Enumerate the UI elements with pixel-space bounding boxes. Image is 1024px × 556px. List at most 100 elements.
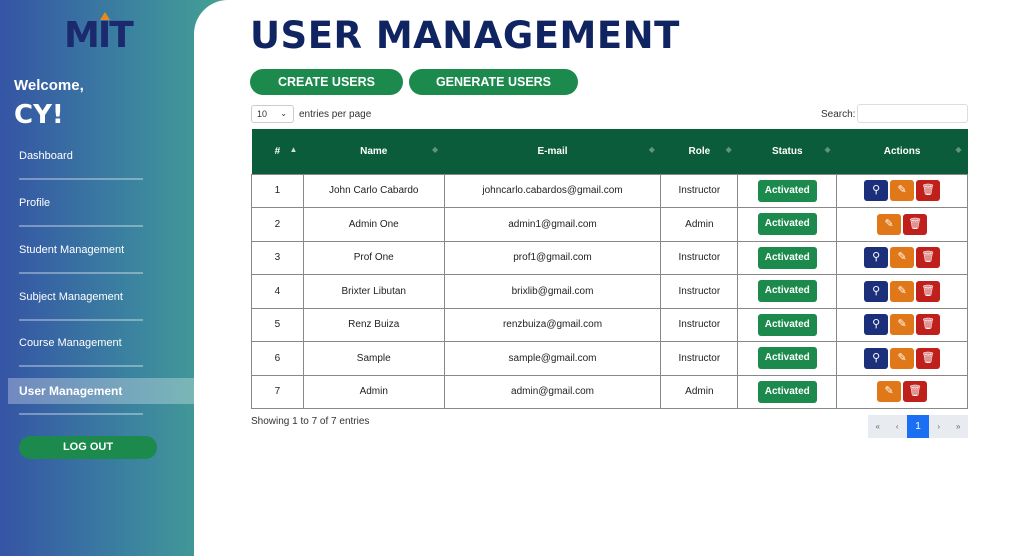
page-title: USER MANAGEMENT <box>250 14 680 57</box>
status-badge: Activated <box>757 313 817 336</box>
edit-button[interactable]: ✎ <box>890 280 915 302</box>
logout-button[interactable]: LOG OUT <box>19 436 157 459</box>
edit-button[interactable]: ✎ <box>877 381 902 403</box>
showing-entries-text: Showing 1 to 7 of 7 entries <box>251 416 370 427</box>
entries-per-page-select[interactable]: 10 ⌄ <box>251 105 294 123</box>
divider <box>19 272 143 274</box>
users-table: # ▲ Name ◆ E-mail ◆ Role ◆ Status ◆ Actions ◆ … <box>251 129 968 409</box>
sidebar-item-profile[interactable]: Profile <box>8 190 194 216</box>
sidebar-item-subject-management[interactable]: Subject Management <box>8 284 194 310</box>
cell-status: Activated <box>737 274 838 309</box>
cell-actions: ⚲ ✎ 🗑 <box>836 307 968 342</box>
cell-name: Admin One <box>302 207 445 242</box>
table-row: 3 Prof One prof1@gmail.com Instructor Ac… <box>251 240 968 275</box>
cell-actions: ⚲ ✎ 🗑 <box>836 274 968 309</box>
first-page-button[interactable]: « <box>868 415 888 438</box>
cell-status: Activated <box>737 240 838 275</box>
cell-role: Instructor <box>660 173 739 208</box>
chevron-down-icon: ⌄ <box>280 109 287 118</box>
trash-icon: 🗑 <box>921 351 936 364</box>
edit-button[interactable]: ✎ <box>890 247 915 269</box>
cell-name: Brixter Libutan <box>302 274 445 309</box>
delete-button[interactable]: 🗑 <box>903 213 928 235</box>
view-button[interactable]: ⚲ <box>864 247 889 269</box>
edit-button[interactable]: ✎ <box>877 213 902 235</box>
cell-role: Instructor <box>660 307 739 342</box>
cell-number: 1 <box>251 173 304 208</box>
delete-button[interactable]: 🗑 <box>916 280 941 302</box>
view-button[interactable]: ⚲ <box>864 180 889 202</box>
edit-button[interactable]: ✎ <box>890 347 915 369</box>
cell-actions: ⚲ ✎ 🗑 <box>836 341 968 376</box>
mit-logo: MIT <box>64 12 134 56</box>
create-users-record-button[interactable]: CREATE USERS RECORD <box>250 69 403 115</box>
delete-button[interactable]: 🗑 <box>916 314 941 336</box>
page-1-button[interactable]: 1 <box>907 415 929 438</box>
prev-page-button[interactable]: ‹ <box>887 415 907 438</box>
status-badge: Activated <box>757 246 817 269</box>
cell-number: 3 <box>251 240 304 275</box>
cell-name: Renz Buiza <box>302 307 445 342</box>
logo-text: MIT <box>64 15 134 56</box>
cell-actions: ✎ 🗑 <box>836 207 968 242</box>
column-header-name[interactable]: Name ◆ <box>303 129 444 174</box>
column-header-status[interactable]: Status ◆ <box>738 129 837 174</box>
sort-icon: ◆ <box>824 145 831 154</box>
cell-name: Prof One <box>302 240 445 275</box>
cell-status: Activated <box>737 173 838 208</box>
view-button[interactable]: ⚲ <box>864 314 889 336</box>
edit-icon: ✎ <box>897 251 907 264</box>
search-icon: ⚲ <box>872 251 881 264</box>
edit-icon: ✎ <box>884 385 894 398</box>
sort-icon: ◆ <box>955 145 962 154</box>
generate-users-report-button[interactable]: GENERATE USERS REPORT <box>409 69 578 115</box>
sidebar-item-course-management[interactable]: Course Management <box>8 330 194 356</box>
cell-number: 5 <box>251 307 304 342</box>
trash-icon: 🗑 <box>921 251 936 264</box>
delete-button[interactable]: 🗑 <box>916 347 941 369</box>
cell-role: Instructor <box>660 341 739 376</box>
delete-button[interactable]: 🗑 <box>903 381 928 403</box>
next-page-button[interactable]: › <box>929 415 949 438</box>
cell-actions: ✎ 🗑 <box>836 374 968 409</box>
sidebar-item-dashboard[interactable]: Dashboard <box>8 143 194 169</box>
cell-status: Activated <box>737 207 838 242</box>
edit-icon: ✎ <box>884 217 894 230</box>
search-input[interactable] <box>857 104 968 123</box>
cell-number: 6 <box>251 341 304 376</box>
cell-email: brixlib@gmail.com <box>443 274 662 309</box>
sort-icon: ◆ <box>431 145 439 154</box>
status-badge: Activated <box>757 347 817 370</box>
search-icon: ⚲ <box>872 318 881 331</box>
trash-icon: 🗑 <box>908 385 923 398</box>
view-button[interactable]: ⚲ <box>864 280 889 302</box>
column-header-email[interactable]: E-mail ◆ <box>444 129 661 174</box>
sidebar-item-student-management[interactable]: Student Management <box>8 237 194 263</box>
status-badge: Activated <box>757 380 817 403</box>
entries-label: entries per page <box>299 108 372 120</box>
delete-button[interactable]: 🗑 <box>916 180 941 202</box>
cell-role: Instructor <box>660 240 739 275</box>
cell-email: prof1@gmail.com <box>443 240 662 275</box>
table-row: 6 Sample sample@gmail.com Instructor Act… <box>251 341 968 376</box>
cell-status: Activated <box>737 341 838 376</box>
column-header-actions[interactable]: Actions ◆ <box>837 129 968 174</box>
table-body: 1 John Carlo Cabardo johncarlo.cabardos@… <box>251 173 968 409</box>
sort-icon: ◆ <box>725 145 732 154</box>
sidebar-item-user-management[interactable]: User Management <box>8 378 194 404</box>
cell-email: admin@gmail.com <box>443 374 662 409</box>
column-header-role[interactable]: Role ◆ <box>661 129 738 174</box>
edit-button[interactable]: ✎ <box>890 180 915 202</box>
cell-role: Admin <box>660 207 739 242</box>
cell-number: 7 <box>251 374 304 409</box>
last-page-button[interactable]: » <box>948 415 968 438</box>
view-button[interactable]: ⚲ <box>864 347 889 369</box>
cell-actions: ⚲ ✎ 🗑 <box>836 173 968 208</box>
cell-actions: ⚲ ✎ 🗑 <box>836 240 968 275</box>
cell-name: Sample <box>302 341 445 376</box>
cell-role: Admin <box>660 374 739 409</box>
edit-button[interactable]: ✎ <box>890 314 915 336</box>
status-badge: Activated <box>757 213 817 236</box>
column-header-number[interactable]: # ▲ <box>252 129 304 174</box>
delete-button[interactable]: 🗑 <box>916 247 941 269</box>
